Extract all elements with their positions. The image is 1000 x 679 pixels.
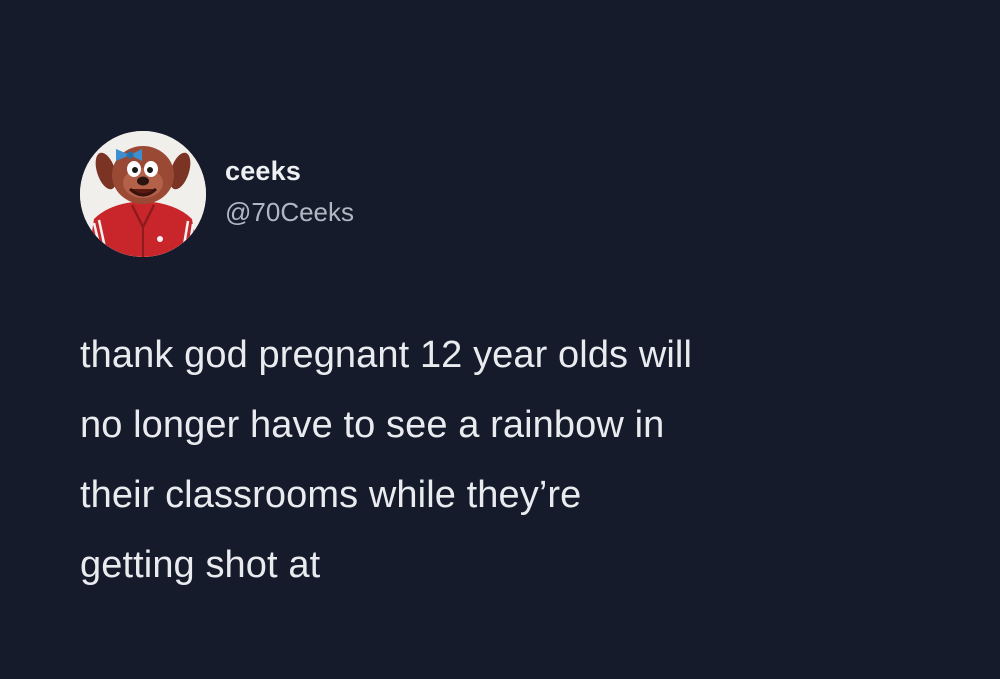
tweet-text-line: no longer have to see a rainbow in xyxy=(80,404,665,446)
muppet-avatar-icon xyxy=(80,131,206,257)
user-handle[interactable]: @70Ceeks xyxy=(225,195,354,229)
tweet-text-line: their classrooms while they’re xyxy=(80,474,582,516)
author-info: ceeks @70Ceeks xyxy=(225,154,354,229)
tweet-screenshot: ceeks @70Ceeks thank god pregnant 12 yea… xyxy=(0,0,1000,679)
tweet-text-line: thank god pregnant 12 year olds will xyxy=(80,334,692,376)
tweet-text-line: getting shot at xyxy=(80,544,321,586)
display-name[interactable]: ceeks xyxy=(225,154,354,188)
avatar[interactable] xyxy=(80,131,206,257)
tweet-header: ceeks @70Ceeks xyxy=(80,129,354,259)
tweet-text: thank god pregnant 12 year olds will no … xyxy=(80,320,960,600)
